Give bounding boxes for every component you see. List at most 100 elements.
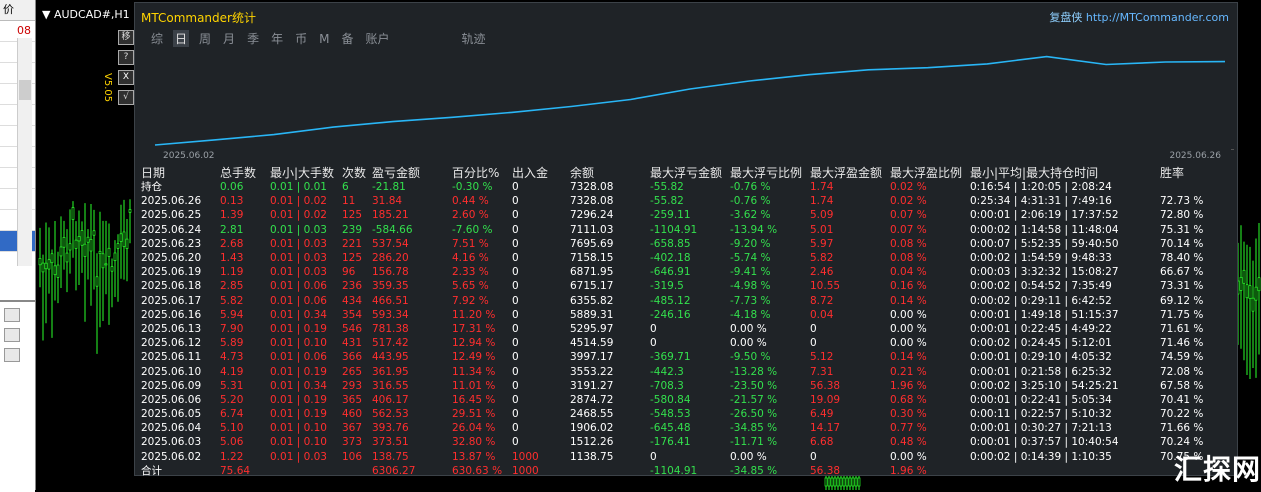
table-cell: 0.04 xyxy=(810,308,834,321)
check-button[interactable]: √ xyxy=(118,90,134,105)
tab-5[interactable]: 年 xyxy=(269,30,285,47)
tab-4[interactable]: 季 xyxy=(245,30,261,47)
table-row[interactable]: 2025.06.11 4.73 0.01 | 0.06 366 443.95 12.49 … xyxy=(141,350,1231,364)
table-cell: 0 xyxy=(512,308,519,321)
table-row[interactable]: 2025.06.23 2.68 0.01 | 0.03 221 537.54 7.51 %… xyxy=(141,237,1231,251)
column-header[interactable]: 百分比% xyxy=(452,165,512,180)
table-row[interactable]: 2025.06.16 5.94 0.01 | 0.34 354 593.34 11.20 … xyxy=(141,308,1231,322)
candle xyxy=(83,203,87,322)
table-cell: 0:00:01 | 0:22:41 | 5:05:34 xyxy=(970,393,1112,406)
candle xyxy=(41,254,45,341)
table-cell: 66.67 % xyxy=(1160,266,1204,279)
scrollbar-thumb[interactable] xyxy=(19,80,31,100)
table-cell: 26.04 % xyxy=(452,422,496,435)
table-row[interactable]: 2025.06.17 5.82 0.01 | 0.06 434 466.51 7.92 %… xyxy=(141,294,1231,308)
help-button[interactable]: ? xyxy=(118,50,134,65)
column-header[interactable]: 胜率 xyxy=(1160,165,1231,180)
table-row[interactable]: 2025.06.19 1.19 0.01 | 0.03 96 156.78 2.33 % 0… xyxy=(141,265,1231,279)
table-cell: 537.54 xyxy=(372,237,409,250)
column-header[interactable]: 总手数 xyxy=(220,165,270,180)
table-row[interactable]: 2025.06.18 2.85 0.01 | 0.06 236 359.35 5.65 %… xyxy=(141,279,1231,293)
watchlist-scrollbar[interactable] xyxy=(17,38,32,266)
table-cell: 2874.72 xyxy=(570,393,614,406)
table-row[interactable]: 2025.06.10 4.19 0.01 | 0.19 265 361.95 11.34 … xyxy=(141,364,1231,378)
table-cell: 0.01 | 0.19 xyxy=(270,393,327,406)
candle xyxy=(95,253,99,354)
table-row[interactable]: 2025.06.25 1.39 0.01 | 0.02 125 185.21 2.60 %… xyxy=(141,208,1231,222)
table-cell: 286.20 xyxy=(372,252,409,265)
navigator-icon[interactable] xyxy=(4,328,20,342)
tab-2[interactable]: 周 xyxy=(197,30,213,47)
table-cell: 2.46 xyxy=(810,266,834,279)
tab-9[interactable]: 账户 xyxy=(363,30,391,47)
table-cell: 74.59 % xyxy=(1160,351,1204,364)
column-header[interactable]: 最大浮亏比例 xyxy=(730,165,810,180)
table-cell: 517.42 xyxy=(372,337,409,350)
column-header[interactable]: 最小|平均|最大持仓时间 xyxy=(970,165,1160,180)
table-row[interactable]: 2025.06.06 5.20 0.01 | 0.19 365 406.17 16.45 … xyxy=(141,393,1231,407)
brand-url[interactable]: http://MTCommander.com xyxy=(1086,11,1229,24)
table-cell: 373 xyxy=(342,436,363,449)
table-cell: -1104.91 xyxy=(650,464,698,477)
brand-link[interactable]: 复盘侠 http://MTCommander.com xyxy=(1049,9,1229,25)
tab-1[interactable]: 日 xyxy=(173,30,190,47)
candle xyxy=(65,229,69,293)
table-cell: 125 xyxy=(342,252,363,265)
tab-10[interactable]: 轨迹 xyxy=(460,30,488,47)
open-position-row[interactable]: 持仓 0.06 0.01 | 0.01 6 -21.81 -0.30 % 0 7328.08 -… xyxy=(141,180,1231,194)
close-button[interactable]: X xyxy=(118,70,134,85)
column-header[interactable]: 出入金 xyxy=(512,165,570,180)
table-cell: 0.01 | 0.06 xyxy=(270,294,327,307)
column-header[interactable]: 盈亏金额 xyxy=(372,165,452,180)
table-cell: 0.14 % xyxy=(890,351,927,364)
column-header[interactable]: 最小|大手数 xyxy=(270,165,342,180)
table-row[interactable]: 2025.06.13 7.90 0.01 | 0.19 546 781.38 17.31 … xyxy=(141,322,1231,336)
table-cell: 0 xyxy=(512,422,519,435)
table-cell: 0:00:01 | 0:22:45 | 4:49:22 xyxy=(970,322,1112,335)
table-row[interactable]: 2025.06.24 2.81 0.01 | 0.03 239 -584.66 -7.60… xyxy=(141,223,1231,237)
column-header[interactable]: 余额 xyxy=(570,165,650,180)
table-cell: 2025.06.25 xyxy=(141,209,202,222)
table-row[interactable]: 2025.06.02 1.22 0.01 | 0.03 106 138.75 13.87 … xyxy=(141,450,1231,464)
table-cell: 0.00 % xyxy=(730,322,767,335)
table-cell xyxy=(342,464,372,478)
table-row[interactable]: 2025.06.20 1.43 0.01 | 0.03 125 286.20 4.16 %… xyxy=(141,251,1231,265)
table-row[interactable]: 2025.06.09 5.31 0.01 | 0.34 293 316.55 11.01 … xyxy=(141,379,1231,393)
table-cell: 6.49 xyxy=(810,408,834,421)
table-cell: -646.91 xyxy=(650,266,691,279)
table-row[interactable]: 2025.06.05 6.74 0.01 | 0.19 460 562.53 29.51 … xyxy=(141,407,1231,421)
table-cell: -9.20 % xyxy=(730,237,771,250)
tab-7[interactable]: M xyxy=(317,32,331,46)
column-header[interactable]: 最大浮亏金额 xyxy=(650,165,730,180)
table-cell: 1.96 % xyxy=(890,379,927,392)
table-cell: 2025.06.10 xyxy=(141,365,202,378)
table-cell: 69.12 % xyxy=(1160,294,1204,307)
table-cell: 0.00 % xyxy=(890,308,927,321)
candle xyxy=(38,227,42,288)
price-chart[interactable]: ▼ AUDCAD#,H1 移 ? X √ MTCommander统计 复盘侠 h… xyxy=(36,0,1261,490)
column-header[interactable]: 最大浮盈金额 xyxy=(810,165,890,180)
candle xyxy=(98,211,102,328)
tab-8[interactable]: 备 xyxy=(339,30,355,47)
tab-6[interactable]: 币 xyxy=(293,30,309,47)
navigator-icon[interactable] xyxy=(4,308,20,322)
column-header[interactable]: 最大浮盈比例 xyxy=(890,165,970,180)
table-cell: 0.01 | 0.06 xyxy=(270,351,327,364)
table-cell: 5.97 xyxy=(810,237,834,250)
column-header[interactable]: 日期 xyxy=(141,165,220,180)
tab-0[interactable]: 综 xyxy=(149,30,165,47)
navigator-icon[interactable] xyxy=(4,348,20,362)
tab-3[interactable]: 月 xyxy=(221,30,237,47)
table-row[interactable]: 2025.06.04 5.10 0.01 | 0.10 367 393.76 26.04 … xyxy=(141,421,1231,435)
table-cell: 316.55 xyxy=(372,379,409,392)
table-cell: 0.00 % xyxy=(890,322,927,335)
table-row[interactable]: 2025.06.26 0.13 0.01 | 0.02 11 31.84 0.44 % 0 7… xyxy=(141,194,1231,208)
table-row[interactable]: 2025.06.03 5.06 0.01 | 0.10 373 373.51 32.80 … xyxy=(141,435,1231,449)
table-cell: 434 xyxy=(342,294,363,307)
table-row[interactable]: 2025.06.12 5.89 0.01 | 0.10 431 517.42 12.94 … xyxy=(141,336,1231,350)
column-header[interactable]: 次数 xyxy=(342,165,372,180)
table-cell: 0.01 | 0.06 xyxy=(270,280,327,293)
total-row[interactable]: 合计 75.64 6306.27 630.63 % 1000 -1104.91 -34.85… xyxy=(141,464,1231,478)
move-button[interactable]: 移 xyxy=(118,30,134,45)
table-cell: 265 xyxy=(342,365,363,378)
